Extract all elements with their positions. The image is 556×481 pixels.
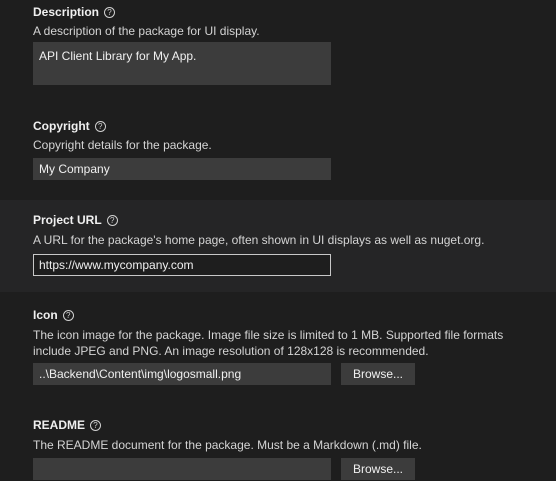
help-icon[interactable]: ? [106,214,118,226]
help-icon[interactable]: ? [94,120,106,132]
copyright-field[interactable]: My Company [33,158,331,180]
help-icon[interactable]: ? [104,6,116,18]
copyright-title: Copyright ? [33,119,106,133]
readme-title: README ? [33,418,102,432]
icon-section: Icon ? The icon image for the package. I… [0,300,556,400]
description-field[interactable]: API Client Library for My App. [33,42,331,85]
project-url-title: Project URL ? [33,213,118,227]
description-title: Description ? [33,5,116,19]
icon-path-field[interactable]: ..\Backend\Content\img\logosmall.png [33,363,331,385]
readme-help-text: The README document for the package. Mus… [33,438,422,452]
project-url-section: Project URL ? A URL for the package's ho… [0,200,556,292]
copyright-section: Copyright ? Copyright details for the pa… [0,112,556,200]
readme-path-field[interactable] [33,458,331,480]
project-url-help-text: A URL for the package's home page, often… [33,233,485,247]
icon-title: Icon ? [33,308,74,322]
help-icon[interactable]: ? [90,419,102,431]
copyright-help-text: Copyright details for the package. [33,138,212,152]
description-title-label: Description [33,5,100,19]
copyright-title-label: Copyright [33,119,90,133]
icon-title-label: Icon [33,308,58,322]
icon-help-text-line2: include JPEG and PNG. An image resolutio… [33,344,429,358]
project-url-field[interactable]: https://www.mycompany.com [33,254,331,276]
readme-section: README ? The README document for the pac… [0,410,556,481]
readme-browse-button[interactable]: Browse... [341,458,415,480]
icon-help-text-line1: The icon image for the package. Image fi… [33,328,504,342]
description-section: Description ? A description of the packa… [0,0,556,120]
project-url-title-label: Project URL [33,213,102,227]
description-help-text: A description of the package for UI disp… [33,24,260,38]
icon-browse-button[interactable]: Browse... [341,363,415,385]
help-icon[interactable]: ? [62,309,74,321]
readme-title-label: README [33,418,86,432]
